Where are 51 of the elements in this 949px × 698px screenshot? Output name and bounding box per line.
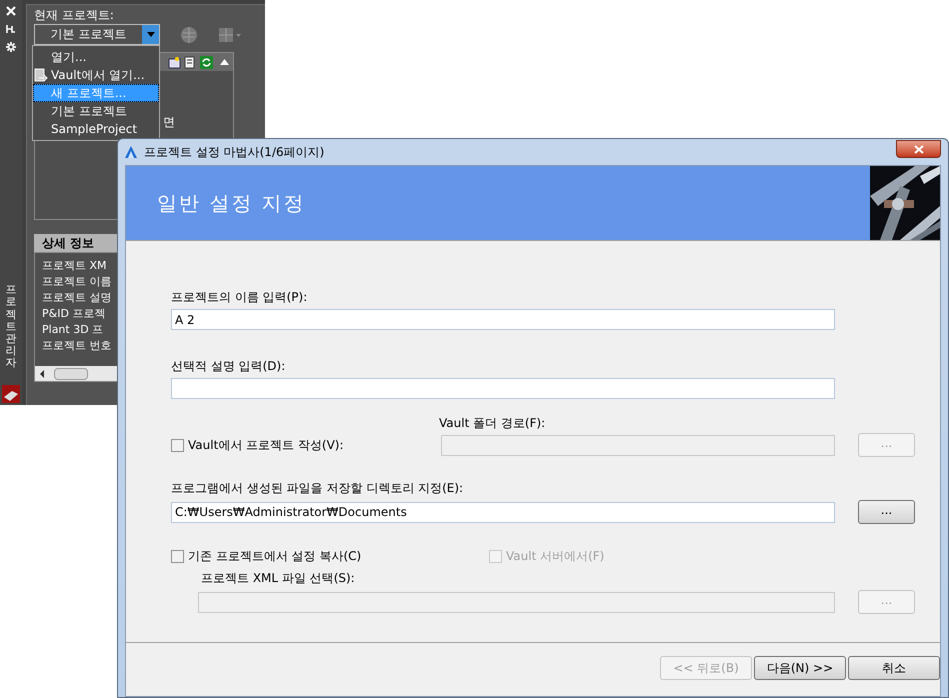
checkbox-label: Vault에서 프로젝트 작성(V): (188, 437, 344, 454)
caret-icon (146, 32, 154, 37)
checkbox-label: 기존 프로젝트에서 설정 복사(C) (188, 548, 362, 565)
document-icon[interactable] (184, 56, 197, 68)
project-dropdown[interactable]: 기본 프로젝트 (34, 24, 160, 45)
field-label: 프로젝트의 이름 입력(P): (171, 289, 308, 306)
window-title: 프로젝트 설정 마법사(1/6페이지) (144, 144, 324, 161)
menu-item[interactable]: 기본 프로젝트 (33, 102, 159, 120)
menu-item[interactable]: SampleProject (33, 120, 159, 138)
wizard-button[interactable]: 다음(N) >> (754, 656, 846, 680)
settings-icon[interactable] (6, 42, 16, 52)
scroll-left-icon[interactable] (38, 370, 46, 378)
xml-file-field[interactable] (198, 592, 835, 612)
name-field[interactable]: A 2 (171, 309, 835, 330)
app-logo-icon (124, 145, 138, 159)
page-heading: 일반 설정 지정 (157, 190, 307, 217)
detail-row-label: 프로젝트 번호 (42, 338, 112, 354)
detail-row-label: 프로젝트 XM (42, 258, 107, 274)
close-icon (914, 144, 924, 154)
wizard-button[interactable]: 취소 (848, 656, 940, 680)
new-folder-icon[interactable] (168, 56, 181, 68)
scroll-thumb[interactable] (54, 368, 88, 380)
menu-item[interactable]: Vault에서 열기... (33, 66, 159, 84)
tree-item[interactable]: 면 (163, 115, 175, 129)
vault-folder-field[interactable] (441, 434, 835, 456)
field-label: 프로젝트 XML 파일 선택(S): (201, 570, 356, 587)
panel-title: 현재 프로젝트: (34, 7, 115, 23)
vertical-tab-label[interactable]: 프로젝트 관리자 (6, 284, 16, 369)
checkbox-label: Vault 서버에서(F) (506, 548, 604, 565)
collapse-arrow-icon[interactable] (220, 59, 229, 65)
close-icon[interactable] (6, 6, 16, 16)
menu-item[interactable]: 열기... (33, 48, 159, 66)
vault-icon (34, 68, 48, 82)
checkbox[interactable] (171, 438, 184, 452)
pin-icon[interactable] (6, 24, 16, 34)
app-icon (2, 385, 20, 403)
field-label: Vault 폴더 경로(F): (439, 415, 546, 432)
description-field[interactable] (171, 378, 835, 399)
browse-button[interactable]: ... (858, 500, 915, 524)
detail-row-label: 프로젝트 이름 (42, 274, 112, 290)
globe-icon[interactable] (180, 26, 198, 44)
detail-row-label: Plant 3D 프 (42, 322, 104, 338)
directory-field[interactable]: C:₩Users₩Administrator₩Documents (171, 502, 835, 522)
field-label: 프로그램에서 생성된 파일을 저장할 디렉토리 지정(E): (171, 480, 464, 497)
field-label: 선택적 설명 입력(D): (171, 358, 286, 375)
checkbox[interactable] (171, 550, 184, 562)
detail-row-label: P&ID 프로젝 (42, 306, 106, 322)
grid-icon[interactable] (218, 26, 242, 44)
detail-row-label: 프로젝트 설명 (42, 290, 112, 306)
refresh-icon[interactable] (200, 56, 213, 68)
close-button[interactable] (896, 140, 941, 158)
